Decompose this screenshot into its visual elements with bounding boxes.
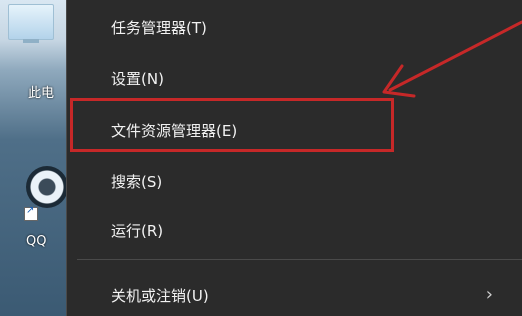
menu-divider: [77, 259, 522, 260]
this-pc-icon[interactable]: [8, 4, 54, 43]
menu-item-label: 文件资源管理器(E): [111, 122, 238, 140]
menu-item-label: 关机或注销(U): [111, 287, 209, 305]
this-pc-label[interactable]: 此电: [28, 82, 54, 101]
menu-item-label: 设置(N): [111, 70, 164, 88]
chevron-right-icon: ›: [485, 284, 493, 305]
menu-item-shutdown-signout[interactable]: 关机或注销(U) ›: [67, 272, 522, 316]
menu-item-settings[interactable]: 设置(N): [67, 55, 522, 99]
menu-item-run[interactable]: 运行(R): [67, 207, 522, 251]
menu-item-file-explorer[interactable]: 文件资源管理器(E): [67, 107, 522, 151]
desktop-area: 此电 QQ: [0, 0, 66, 316]
menu-item-task-manager[interactable]: 任务管理器(T): [67, 4, 522, 48]
shortcut-arrow-icon: [24, 205, 38, 221]
qq-app-icon[interactable]: [26, 166, 66, 208]
menu-item-search[interactable]: 搜索(S): [67, 158, 522, 202]
menu-item-label: 运行(R): [111, 222, 164, 240]
qq-label[interactable]: QQ: [26, 234, 46, 249]
menu-item-label: 任务管理器(T): [111, 19, 207, 37]
start-context-menu: 任务管理器(T) 设置(N) 文件资源管理器(E) 搜索(S) 运行(R) 关机…: [66, 0, 522, 316]
menu-item-label: 搜索(S): [111, 173, 163, 191]
